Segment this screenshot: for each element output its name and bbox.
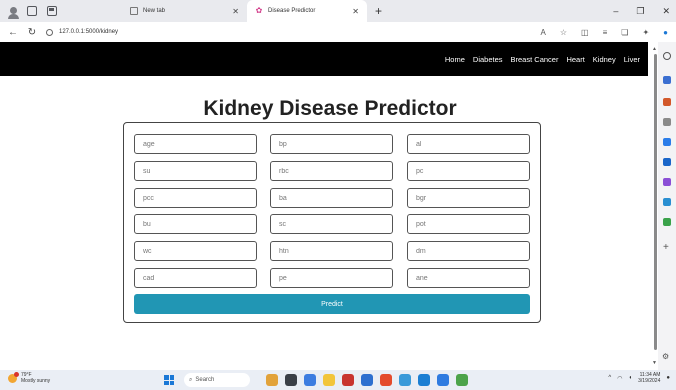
weather-sun-icon [8,371,19,383]
scroll-down-icon[interactable]: ▼ [652,360,657,366]
nav-heart[interactable]: Heart [566,55,584,64]
htn-field[interactable] [270,241,393,261]
nav-kidney[interactable]: Kidney [593,55,616,64]
office-icon[interactable] [663,158,671,166]
sc-field[interactable] [270,214,393,234]
app-icon[interactable] [342,374,354,386]
weather-widget[interactable]: 79°F Mostly sunny [8,371,51,384]
browser-tab-strip: New tab ✕ ✿ Disease Predictor ✕ + – ❐ ✕ [0,0,676,22]
ane-field[interactable] [407,268,530,288]
back-icon[interactable]: ← [7,27,19,38]
new-tab-icon [130,7,138,15]
page-title: Kidney Disease Predictor [203,97,457,120]
pcc-field[interactable] [134,188,257,208]
search-placeholder: Search [195,377,215,383]
site-info-icon[interactable] [46,28,53,36]
task-view-icon[interactable] [285,374,297,386]
cad-field[interactable] [134,268,257,288]
minimize-icon[interactable]: – [613,6,618,16]
settings-icon[interactable]: ⚙ [662,352,669,361]
nav-breast-cancer[interactable]: Breast Cancer [511,55,559,64]
favorite-star-icon[interactable]: ☆ [560,28,567,37]
designer-icon[interactable] [663,178,671,186]
close-icon[interactable]: ✕ [232,7,239,16]
app2-icon[interactable] [399,374,411,386]
extensions-icon[interactable]: ✦ [642,28,649,37]
nav-home[interactable]: Home [445,55,465,64]
close-icon[interactable]: ✕ [352,7,359,16]
ba-field[interactable] [270,188,393,208]
widgets-icon[interactable] [266,374,278,386]
pe-field[interactable] [270,268,393,288]
rbc-field[interactable] [270,161,393,181]
predict-button[interactable]: Predict [134,294,530,314]
tools-icon[interactable] [663,118,671,126]
al-field[interactable] [407,134,530,154]
favicon-icon: ✿ [255,6,263,15]
read-aloud-icon[interactable]: A [541,28,546,37]
outlook-icon[interactable] [663,198,671,206]
tab-title: New tab [143,8,166,14]
collections-icon[interactable]: ❏ [621,28,628,37]
file-explorer-icon[interactable] [323,374,335,386]
copilot-icon[interactable]: ● [663,28,668,37]
store-icon[interactable] [304,374,316,386]
wifi-icon[interactable]: ◠ [617,375,622,382]
scroll-up-icon[interactable]: ▲ [652,46,657,52]
age-field[interactable] [134,134,257,154]
address-bar[interactable]: 127.0.0.1:5000/kidney [46,28,476,36]
address-text: 127.0.0.1:5000/kidney [59,29,119,35]
pot-field[interactable] [407,214,530,234]
site-navbar: Home Diabetes Breast Cancer Heart Kidney… [0,42,648,76]
su-field[interactable] [134,161,257,181]
clock[interactable]: 11:34 AM 3/19/2024 [638,372,660,384]
restore-icon[interactable]: ❐ [636,6,644,17]
vscode-icon[interactable] [361,374,373,386]
add-icon[interactable]: + [663,242,669,253]
tree-icon[interactable] [663,218,671,226]
edge-sidebar: + ⚙ [658,42,676,370]
workspaces-icon[interactable] [27,6,37,16]
windows-taskbar: 79°F Mostly sunny ⌕ Search ^ ◠ ◖ 11:34 A… [0,370,676,390]
discover-icon[interactable] [663,76,671,84]
nav-liver[interactable]: Liver [624,55,640,64]
pc-field[interactable] [407,161,530,181]
tab-title: Disease Predictor [268,8,316,14]
chrome-icon[interactable] [380,374,392,386]
clock-date: 3/19/2024 [638,378,661,384]
weather-desc: Mostly sunny [21,378,51,384]
tab-new-tab[interactable]: New tab ✕ [122,0,247,22]
dm-field[interactable] [407,241,530,261]
favorites-icon[interactable]: ≡ [603,28,608,37]
bu-field[interactable] [134,214,257,234]
games-icon[interactable] [663,138,671,146]
profile-icon[interactable] [8,6,19,19]
bgr-field[interactable] [407,188,530,208]
app3-icon[interactable] [456,374,468,386]
split-screen-icon[interactable]: ◫ [581,28,589,37]
search-icon[interactable] [663,52,671,60]
nav-diabetes[interactable]: Diabetes [473,55,503,64]
bp-field[interactable] [270,134,393,154]
browser-toolbar: ← ↻ 127.0.0.1:5000/kidney A ☆ ◫ ≡ ❏ ✦ ● [0,22,676,42]
refresh-icon[interactable]: ↻ [26,27,38,38]
prediction-form: Predict [123,122,541,323]
taskbar-search[interactable]: ⌕ Search [184,373,250,387]
volume-icon[interactable]: ◖ [629,375,633,381]
close-window-icon[interactable]: ✕ [662,6,670,17]
chevron-up-icon[interactable]: ^ [608,375,611,381]
notification-icon[interactable]: ● [666,375,670,381]
tab-disease-predictor[interactable]: ✿ Disease Predictor ✕ [247,0,367,22]
edge-icon[interactable] [418,374,430,386]
new-tab-button[interactable]: + [375,4,382,18]
shopping-icon[interactable] [663,98,671,106]
wc-field[interactable] [134,241,257,261]
search-icon: ⌕ [189,376,193,383]
tab-actions-icon[interactable] [47,6,57,16]
system-tray: ^ ◠ ◖ 11:34 AM 3/19/2024 ● [608,372,670,384]
start-button[interactable] [164,375,174,385]
mail-icon[interactable] [437,374,449,386]
